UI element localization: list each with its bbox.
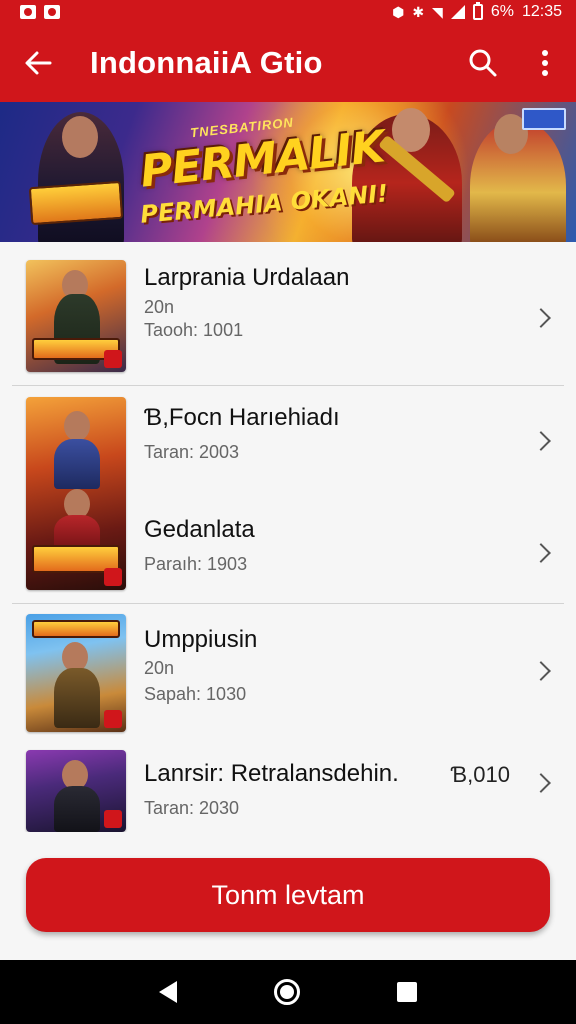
search-icon [469, 49, 497, 77]
list-item-title: Larprania Urdalaan [144, 264, 350, 291]
list-item[interactable]: Larprania Urdalaan 20n Taooh: 1001 [0, 256, 576, 356]
divider [12, 603, 564, 604]
nav-recents-icon[interactable] [397, 982, 418, 1002]
list-item[interactable]: Umppiusin 20n Sapah: 1030 [0, 614, 576, 714]
more-options-button[interactable] [514, 24, 576, 102]
game-list: Larprania Urdalaan 20n Taooh: 1001 Ɓ,Foc… [0, 242, 576, 832]
list-item[interactable]: Lanrsir: Retralansdehin. Ɓ,010 Taran: 20… [0, 750, 576, 832]
more-vert-icon [542, 50, 548, 76]
status-bar: ⬢ ✱ ◥ 6% 12:35 [0, 0, 576, 24]
chevron-right-icon [531, 661, 551, 681]
page-title: IndonnaiiA Gtio [90, 45, 323, 80]
search-button[interactable] [452, 24, 514, 102]
list-item-title: Gedanlata [144, 516, 255, 543]
battery-icon [472, 2, 483, 20]
list-item-meta: 20n [144, 297, 175, 317]
primary-action-button[interactable]: Tonm levtam [26, 858, 550, 932]
system-nav-bar [0, 960, 576, 1024]
list-item-meta: 20n [144, 658, 175, 678]
status-indicators: ⬢ ✱ ◥ 6% 12:35 [392, 2, 562, 21]
wifi-icon: ◥ [432, 3, 443, 20]
notification-icon [20, 5, 36, 19]
divider [12, 385, 564, 386]
signal-icon [450, 5, 465, 19]
status-notifications [20, 5, 60, 19]
cta-container: Tonm levtam [0, 832, 576, 960]
list-item-title: Lanrsir: Retralansdehin. [144, 760, 399, 787]
list-item-date: Taran: 2030 [144, 798, 240, 818]
list-item-extra: Ɓ,010 [450, 762, 510, 787]
chevron-right-icon [531, 308, 551, 328]
chevron-right-icon [531, 773, 551, 793]
list-item-title: Ɓ,Focn Harıehiadı [144, 404, 340, 431]
notification-icon-2 [44, 5, 60, 19]
list-item-date: Sapah: 1030 [144, 684, 247, 704]
nav-home-icon[interactable] [273, 979, 300, 1005]
list-item[interactable]: Gedanlata Paraıh: 1903 [0, 504, 576, 604]
list-item-date: Taran: 2003 [144, 442, 240, 462]
list-item[interactable]: Ɓ,Focn Harıehiadı Taran: 2003 [0, 392, 576, 492]
list-item-date: Taooh: 1001 [144, 320, 244, 340]
banner-hero-left-head [62, 116, 98, 158]
list-item-date: Paraıh: 1903 [144, 554, 248, 574]
list-item-title: Umppiusin [144, 626, 258, 653]
chevron-right-icon [531, 431, 551, 451]
banner-game-logo [28, 180, 124, 226]
shield-icon: ⬢ [392, 3, 405, 20]
status-time: 12:35 [521, 3, 562, 20]
back-arrow-icon [25, 51, 52, 75]
battery-percent: 6% [490, 3, 514, 20]
back-button[interactable] [0, 24, 76, 102]
chevron-right-icon [531, 543, 551, 563]
app-bar: IndonnaiiA Gtio [0, 24, 576, 102]
banner-badge [522, 108, 566, 130]
nav-back-icon[interactable] [158, 981, 177, 1003]
bluetooth-icon: ✱ [412, 3, 425, 20]
promo-banner[interactable]: TNESBATIRON PERMALIK PERMAHIA OKANI! [0, 102, 576, 242]
